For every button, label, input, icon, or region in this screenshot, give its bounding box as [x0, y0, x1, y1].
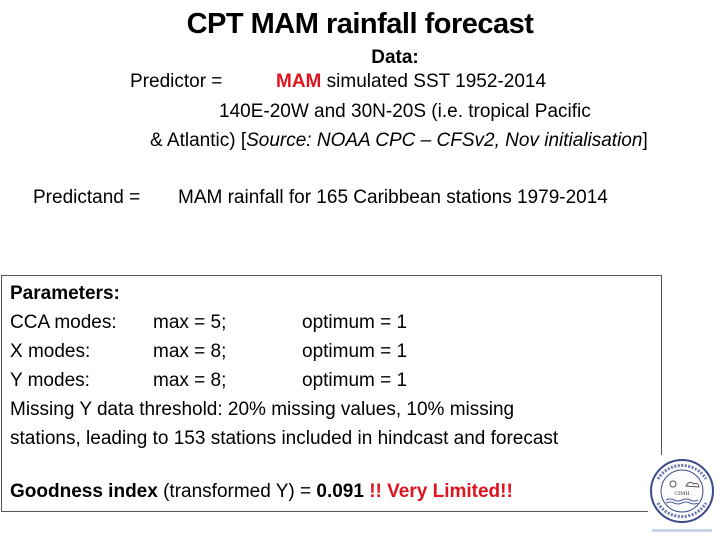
param-optimum-x: optimum = 1 — [302, 341, 408, 362]
cimh-logo: CIMH — [648, 455, 716, 535]
predictor-region-text: & Atlantic) [ — [150, 130, 247, 151]
predictor-source: Source: NOAA CPC – CFSv2, Nov initialisa… — [246, 130, 643, 151]
predictand-label: Predictand = — [33, 187, 141, 208]
predictor-line-1: MAM simulated SST 1952-2014 — [276, 71, 546, 93]
missing-threshold-line-2: stations, leading to 153 stations includ… — [10, 428, 559, 449]
goodness-detail: (transformed Y) = — [163, 481, 312, 502]
logo-base-strip — [652, 529, 712, 532]
param-max-cca: max = 5; — [153, 312, 227, 333]
predictor-desc: simulated SST 1952-2014 — [326, 71, 547, 92]
slide-title: CPT MAM rainfall forecast — [186, 8, 534, 40]
goodness-verdict: !! Very Limited!! — [369, 481, 513, 502]
data-heading: Data: — [371, 47, 419, 68]
predictor-line-2: 140E-20W and 30N-20S (i.e. tropical Paci… — [219, 101, 591, 122]
predictor-line-3: & Atlantic) [Source: NOAA CPC – CFSv2, N… — [150, 130, 648, 152]
param-name-x: X modes: — [10, 341, 91, 362]
predictor-label: Predictor = — [130, 71, 223, 92]
param-max-x: max = 8; — [153, 341, 227, 362]
goodness-value: 0.091 — [316, 481, 364, 502]
parameters-heading: Parameters: — [10, 283, 120, 304]
predictor-bracket: ] — [642, 130, 648, 151]
goodness-label: Goodness index — [10, 481, 158, 502]
param-optimum-y: optimum = 1 — [302, 370, 408, 391]
predictor-season: MAM — [276, 71, 322, 92]
missing-threshold-line-1: Missing Y data threshold: 20% missing va… — [10, 399, 515, 420]
param-optimum-cca: optimum = 1 — [302, 312, 408, 333]
param-name-cca: CCA modes: — [10, 312, 117, 333]
param-max-y: max = 8; — [153, 370, 227, 391]
logo-acronym: CIMH — [674, 491, 690, 497]
predictand-value: MAM rainfall for 165 Caribbean stations … — [178, 187, 608, 208]
goodness-index: Goodness index (transformed Y) = 0.091 !… — [10, 481, 513, 503]
param-name-y: Y modes: — [10, 370, 90, 391]
parameters-box: Parameters: CCA modes: max = 5; optimum … — [1, 275, 662, 512]
